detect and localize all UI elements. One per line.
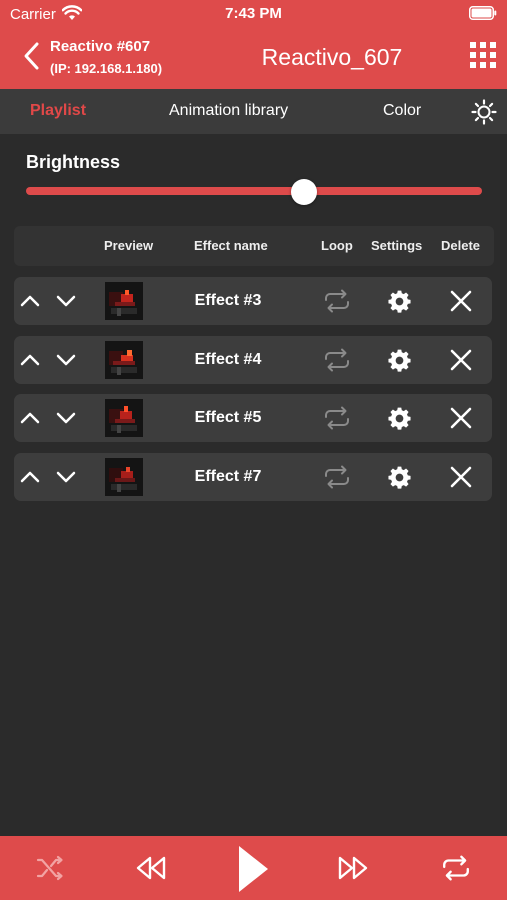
playlist-row: Effect #3 xyxy=(14,277,492,325)
move-down-icon[interactable] xyxy=(56,408,76,428)
tab-bar: Playlist Animation library Color xyxy=(0,89,507,134)
page-title: Reactivo_607 xyxy=(261,44,403,70)
loop-icon[interactable] xyxy=(323,347,351,373)
delete-icon[interactable] xyxy=(450,290,472,312)
loop-icon[interactable] xyxy=(323,405,351,431)
column-header-preview: Preview xyxy=(104,238,154,253)
loop-icon[interactable] xyxy=(323,288,351,314)
loop-icon[interactable] xyxy=(323,464,351,490)
tab-color[interactable]: Color xyxy=(383,102,421,120)
gear-icon[interactable] xyxy=(387,348,412,373)
effect-name: Effect #5 xyxy=(194,409,262,426)
clock: 7:43 PM xyxy=(225,5,282,22)
column-header-settings: Settings xyxy=(371,238,423,253)
device-name[interactable]: Reactivo #607 xyxy=(50,38,150,55)
tab-playlist[interactable]: Playlist xyxy=(30,102,86,120)
playlist-row: Effect #7 xyxy=(14,453,492,501)
effect-preview-thumbnail xyxy=(105,399,143,437)
move-down-icon[interactable] xyxy=(56,467,76,487)
playlist-row: Effect #5 xyxy=(14,394,492,442)
gear-icon[interactable] xyxy=(387,289,412,314)
delete-icon[interactable] xyxy=(450,407,472,429)
delete-icon[interactable] xyxy=(450,466,472,488)
shuffle-icon[interactable] xyxy=(36,855,64,886)
table-header: Preview Effect name Loop Settings Delete xyxy=(14,226,494,266)
player-bar xyxy=(0,836,507,900)
move-up-icon[interactable] xyxy=(20,408,40,428)
gear-icon[interactable] xyxy=(387,465,412,490)
column-header-loop: Loop xyxy=(321,238,353,253)
effect-name: Effect #3 xyxy=(194,292,262,309)
battery-icon xyxy=(469,6,497,24)
brightness-label: Brightness xyxy=(26,152,121,172)
tab-animation-library[interactable]: Animation library xyxy=(169,102,288,120)
header: Carrier 7:43 PM Reactivo #607 (IP: 192.1… xyxy=(0,0,507,89)
effect-preview-thumbnail xyxy=(105,341,143,379)
effect-preview-thumbnail xyxy=(105,282,143,320)
rewind-icon[interactable] xyxy=(135,855,167,886)
sun-icon[interactable] xyxy=(471,99,497,125)
playlist-row: Effect #4 xyxy=(14,336,492,384)
status-bar: Carrier 7:43 PM xyxy=(0,0,507,28)
fast-forward-icon[interactable] xyxy=(337,855,369,886)
move-up-icon[interactable] xyxy=(20,350,40,370)
delete-icon[interactable] xyxy=(450,349,472,371)
repeat-icon[interactable] xyxy=(441,854,471,887)
move-up-icon[interactable] xyxy=(20,291,40,311)
move-up-icon[interactable] xyxy=(20,467,40,487)
brightness-slider-thumb[interactable] xyxy=(291,179,318,205)
column-header-effect-name: Effect name xyxy=(194,238,268,253)
move-down-icon[interactable] xyxy=(56,291,76,311)
effect-name: Effect #4 xyxy=(194,351,262,368)
column-header-delete: Delete xyxy=(441,238,481,253)
effect-name: Effect #7 xyxy=(194,468,262,485)
chevron-left-icon[interactable] xyxy=(22,40,42,72)
gear-icon[interactable] xyxy=(387,406,412,431)
grid-icon[interactable] xyxy=(469,41,497,69)
effect-preview-thumbnail xyxy=(105,458,143,496)
device-ip: (IP: 192.168.1.180) xyxy=(50,61,163,76)
move-down-icon[interactable] xyxy=(56,350,76,370)
brightness-slider-track[interactable] xyxy=(26,187,482,195)
play-icon[interactable] xyxy=(236,844,270,899)
